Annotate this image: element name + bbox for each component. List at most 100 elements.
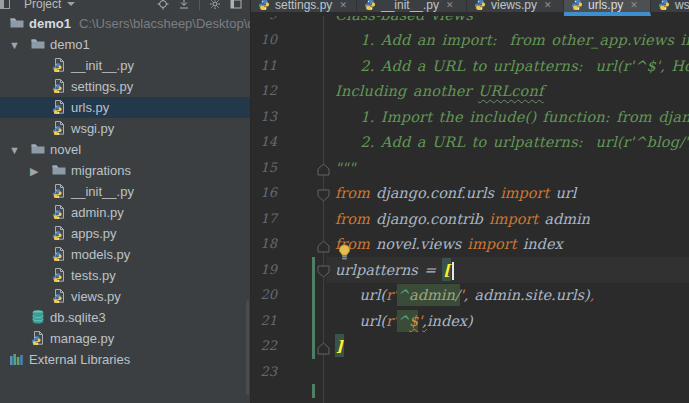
line-number: 14 (251, 129, 277, 155)
fold-marker-down[interactable] (317, 263, 330, 276)
code-text: 2. Add a URL to urlpatterns: url(r'^blog… (335, 129, 689, 155)
tab-urls-py[interactable]: urls.py✕ (564, 0, 651, 16)
tab-views-py[interactable]: views.py✕ (467, 0, 564, 16)
header-separator (199, 0, 200, 10)
tree-item-external-libraries[interactable]: External Libraries (0, 349, 250, 370)
python-file-icon-slot (51, 57, 67, 73)
python-icon (258, 0, 270, 11)
python-file-icon-slot (51, 267, 67, 283)
code-text: url(r'^admin/', admin.site.urls), (335, 282, 594, 308)
code-line-17[interactable]: 17from django.contrib import admin (251, 206, 689, 232)
project-tree: demo1C:\Users\blacsheep\Desktop\d▼demo1_… (0, 13, 250, 403)
fold-marker-down[interactable] (317, 187, 330, 200)
tree-item-views-py[interactable]: views.py (0, 286, 250, 307)
tab-close-icon[interactable]: ✕ (544, 0, 552, 10)
settings-icon[interactable] (209, 0, 221, 10)
tree-item-demo1[interactable]: demo1C:\Users\blacsheep\Desktop\d (0, 13, 250, 34)
folder-icon (30, 141, 46, 157)
tree-item-apps-py[interactable]: apps.py (0, 223, 250, 244)
locate-icon[interactable] (157, 0, 169, 10)
ide-window: Project demo1C:\Users\blacsheep\Desktop\… (0, 0, 689, 403)
tree-item-novel[interactable]: ▼novel (0, 139, 250, 160)
tree-item--init-py[interactable]: __init__.py (0, 55, 250, 76)
tree-item-db-sqlite3[interactable]: db.sqlite3 (0, 307, 250, 328)
tree-item-label: tests.py (71, 265, 116, 286)
code-line-12[interactable]: 12Including another URLconf (251, 78, 689, 104)
folder-icon-slot (30, 141, 46, 157)
tree-scrollbar[interactable] (246, 300, 249, 395)
tab-close-icon[interactable]: ✕ (630, 0, 638, 10)
tab-close-icon[interactable]: ✕ (339, 0, 347, 10)
tab--init-py[interactable]: __init__.py ✕ (357, 0, 467, 16)
tab-wsgi-py[interactable]: wsgi.py✕ (651, 0, 689, 16)
tree-item-urls-py[interactable]: urls.py (0, 97, 250, 118)
chevron-expanded-icon[interactable]: ▼ (9, 144, 20, 156)
tree-item--init-py[interactable]: __init__.py (0, 181, 250, 202)
code-line-10[interactable]: 10 1. Add an import: from other_app.view… (251, 27, 689, 53)
fold-marker-up[interactable] (317, 340, 330, 353)
line-number: 23 (251, 359, 277, 385)
tree-item-demo1[interactable]: ▼demo1 (0, 34, 250, 55)
code-line-13[interactable]: 13 1. Import the include() function: fro… (251, 104, 689, 130)
tab-settings-py[interactable]: settings.py✕ (251, 0, 357, 16)
line-number: 15 (251, 155, 277, 181)
tree-item-label: settings.py (71, 76, 133, 97)
database-icon-slot (30, 309, 46, 325)
chevron-expanded-icon[interactable]: ▼ (9, 39, 20, 51)
tree-item-label: __init__.py (71, 55, 134, 76)
line-number: 17 (251, 206, 277, 232)
folder-icon (30, 36, 46, 52)
tree-item-manage-py[interactable]: manage.py (0, 328, 250, 349)
python-file-icon (51, 267, 67, 283)
python-file-icon-slot (51, 246, 67, 262)
tree-item-models-py[interactable]: models.py (0, 244, 250, 265)
python-file-icon-slot (30, 330, 46, 346)
tab-close-icon[interactable]: ✕ (446, 0, 454, 10)
tree-item-label: db.sqlite3 (50, 307, 106, 328)
line-number: 20 (251, 282, 277, 308)
folder-icon (9, 15, 25, 31)
tree-item-migrations[interactable]: ▶ migrations (0, 160, 250, 181)
tree-item-settings-py[interactable]: settings.py (0, 76, 250, 97)
fold-marker-up[interactable] (317, 238, 330, 251)
code-line-14[interactable]: 14 2. Add a URL to urlpatterns: url(r'^b… (251, 129, 689, 155)
code-line-23[interactable]: 23 (251, 359, 689, 385)
code-text: urlpatterns = [ (335, 257, 454, 283)
chevron-down-icon[interactable] (67, 2, 75, 6)
tree-item-wsgi-py[interactable]: wsgi.py (0, 118, 250, 139)
code-text: """ (335, 155, 356, 181)
code-line-11[interactable]: 11 2. Add a URL to urlpatterns: url(r'^$… (251, 53, 689, 79)
tab-label: __init__.py (381, 0, 439, 12)
panel-title[interactable]: Project (24, 0, 61, 11)
python-file-icon-slot (51, 120, 67, 136)
collapse-all-icon[interactable] (178, 0, 190, 10)
folder-icon (51, 162, 67, 178)
python-file-icon (51, 225, 67, 241)
folder-icon-slot (30, 36, 46, 52)
python-file-icon-slot (51, 225, 67, 241)
chevron-collapsed-icon[interactable]: ▶ (30, 165, 38, 177)
line-number: 12 (251, 78, 277, 104)
code-text: from django.conf.urls import url (335, 180, 576, 206)
intention-bulb-icon[interactable] (337, 244, 352, 265)
project-panel: Project demo1C:\Users\blacsheep\Desktop\… (0, 0, 251, 403)
code-text: from novel.views import index (335, 231, 563, 257)
database-icon (30, 309, 46, 325)
tree-item-label: manage.py (50, 328, 114, 349)
editor: settings.py✕__init__.py✕views.py✕urls.py… (251, 0, 689, 403)
editor-tabs: settings.py✕__init__.py✕views.py✕urls.py… (251, 0, 689, 16)
line-number: 10 (251, 27, 277, 53)
tab-label: wsgi.py (675, 0, 689, 12)
code-text: ] (335, 333, 344, 359)
tree-item-admin-py[interactable]: admin.py (0, 202, 250, 223)
tree-item-label: migrations (71, 160, 131, 181)
code-line-20[interactable]: 20 url(r'^admin/', admin.site.urls), (251, 282, 689, 308)
python-file-icon (51, 120, 67, 136)
code-area[interactable]: 9Class-based views10 1. Add an import: f… (251, 16, 689, 403)
hide-panel-icon[interactable] (230, 0, 242, 10)
code-text: 2. Add a URL to urlpatterns: url(r'^$', … (335, 53, 689, 79)
fold-marker-up[interactable] (317, 161, 330, 174)
tree-item-tests-py[interactable]: tests.py (0, 265, 250, 286)
code-line-21[interactable]: 21 url(r'^$',index) (251, 308, 689, 334)
tree-item-label: models.py (71, 244, 130, 265)
